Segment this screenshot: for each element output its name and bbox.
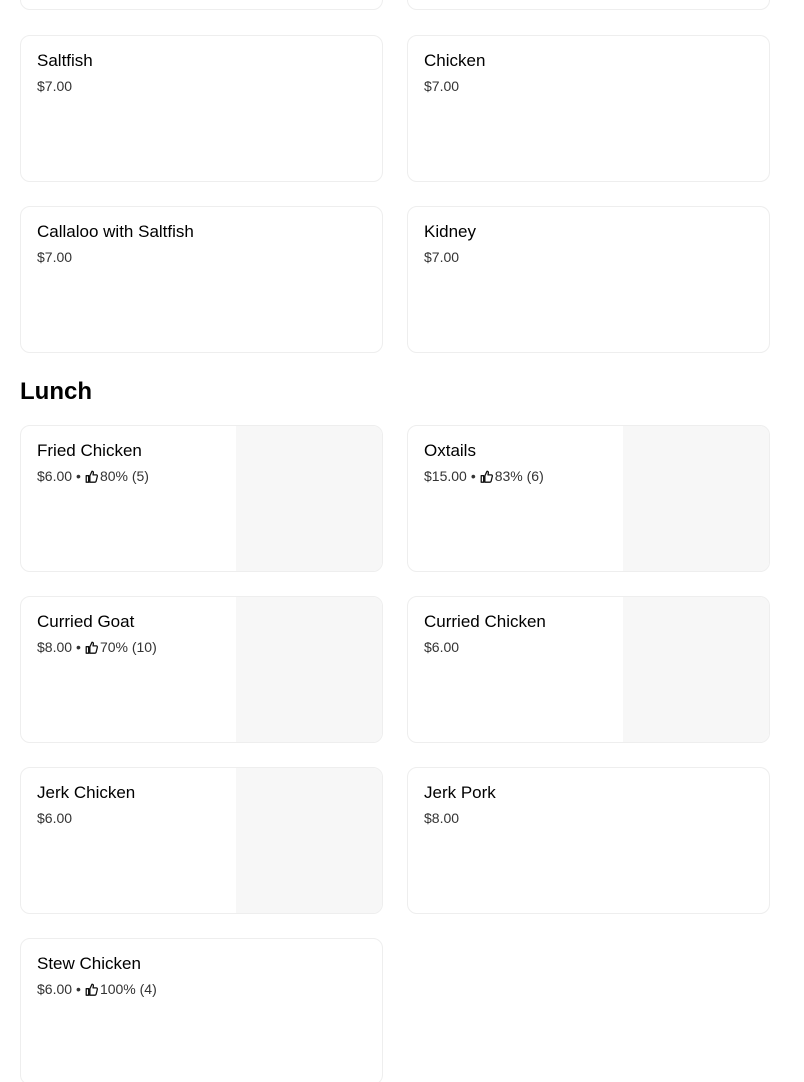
menu-item-price: $7.00 bbox=[424, 249, 460, 265]
menu-page: Saltfish $7.00 Chicken $7.00 Callaloo wi… bbox=[0, 0, 804, 1082]
menu-item-card-kidney[interactable]: Kidney $7.00 bbox=[407, 206, 770, 353]
menu-item-name: Curried Goat bbox=[37, 612, 135, 631]
menu-item-image bbox=[236, 768, 382, 913]
separator-dot: • bbox=[76, 639, 81, 655]
menu-item-name: Callaloo with Saltfish bbox=[37, 222, 194, 241]
menu-item-card-saltfish[interactable]: Saltfish $7.00 bbox=[20, 35, 383, 182]
menu-item-price: $6.00 bbox=[424, 639, 460, 655]
menu-item-card-fried-chicken[interactable]: Fried Chicken $6.00 • 80% (5) bbox=[20, 425, 383, 572]
menu-item-name: Jerk Chicken bbox=[37, 783, 136, 802]
menu-item-rating: 100% (4) bbox=[99, 981, 157, 997]
menu-item-price: $7.00 bbox=[37, 249, 73, 265]
menu-item-name: Kidney bbox=[424, 222, 476, 241]
menu-item-name: Stew Chicken bbox=[37, 954, 141, 973]
menu-item-card-jerk-chicken[interactable]: Jerk Chicken $6.00 bbox=[20, 767, 383, 914]
separator-dot: • bbox=[76, 981, 81, 997]
separator-dot: • bbox=[76, 468, 81, 484]
separator-dot: • bbox=[470, 468, 476, 484]
menu-item-meta: $8.00 • 70% (10) bbox=[37, 639, 157, 655]
menu-item-card[interactable] bbox=[20, 0, 383, 10]
thumbs-up-icon bbox=[85, 470, 98, 483]
menu-item-price: $15.00 bbox=[424, 468, 467, 484]
menu-item-price: $7.00 bbox=[424, 78, 460, 94]
menu-item-image bbox=[236, 597, 382, 742]
menu-item-price: $8.00 bbox=[37, 639, 73, 655]
menu-item-meta: $6.00 • 80% (5) bbox=[37, 468, 149, 484]
menu-item-image bbox=[623, 426, 769, 571]
thumbs-up-icon bbox=[85, 983, 98, 996]
menu-item-meta: $6.00 bbox=[37, 810, 72, 826]
menu-item-name: Jerk Pork bbox=[424, 783, 496, 802]
menu-item-meta: $15.00 • 83% (6) bbox=[424, 468, 544, 484]
menu-item-meta: $8.00 bbox=[424, 810, 459, 826]
menu-item-price: $6.00 bbox=[37, 468, 73, 484]
menu-item-price: $6.00 bbox=[37, 981, 73, 997]
menu-item-name: Chicken bbox=[424, 51, 486, 70]
thumbs-up-icon bbox=[480, 470, 493, 483]
menu-item-meta: $6.00 • 100% (4) bbox=[37, 981, 157, 997]
menu-item-name: Saltfish bbox=[37, 51, 93, 70]
menu-item-price: $6.00 bbox=[37, 810, 73, 826]
section-title-lunch: Lunch bbox=[20, 378, 92, 405]
menu-item-name: Oxtails bbox=[424, 441, 476, 460]
menu-item-card-jerk-pork[interactable]: Jerk Pork $8.00 bbox=[407, 767, 770, 914]
menu-item-card-oxtails[interactable]: Oxtails $15.00 • 83% (6) bbox=[407, 425, 770, 572]
menu-item-name: Fried Chicken bbox=[37, 441, 142, 460]
menu-item-image bbox=[623, 597, 769, 742]
menu-item-price: $8.00 bbox=[424, 810, 460, 826]
menu-item-card-curried-chicken[interactable]: Curried Chicken $6.00 bbox=[407, 596, 770, 743]
menu-item-card-curried-goat[interactable]: Curried Goat $8.00 • 70% (10) bbox=[20, 596, 383, 743]
menu-item-rating: 70% (10) bbox=[99, 639, 157, 655]
menu-item-card[interactable] bbox=[407, 0, 770, 10]
menu-item-card-chicken[interactable]: Chicken $7.00 bbox=[407, 35, 770, 182]
menu-item-rating: 83% (6) bbox=[494, 468, 544, 484]
menu-item-name: Curried Chicken bbox=[424, 612, 546, 631]
menu-item-card-stew-chicken[interactable]: Stew Chicken $6.00 • 100% (4) bbox=[20, 938, 383, 1082]
menu-item-price: $7.00 bbox=[37, 78, 73, 94]
menu-item-image bbox=[236, 426, 382, 571]
menu-item-meta: $6.00 bbox=[424, 639, 459, 655]
thumbs-up-icon bbox=[85, 641, 98, 654]
menu-item-card-callaloo[interactable]: Callaloo with Saltfish $7.00 bbox=[20, 206, 383, 353]
menu-item-rating: 80% (5) bbox=[99, 468, 149, 484]
